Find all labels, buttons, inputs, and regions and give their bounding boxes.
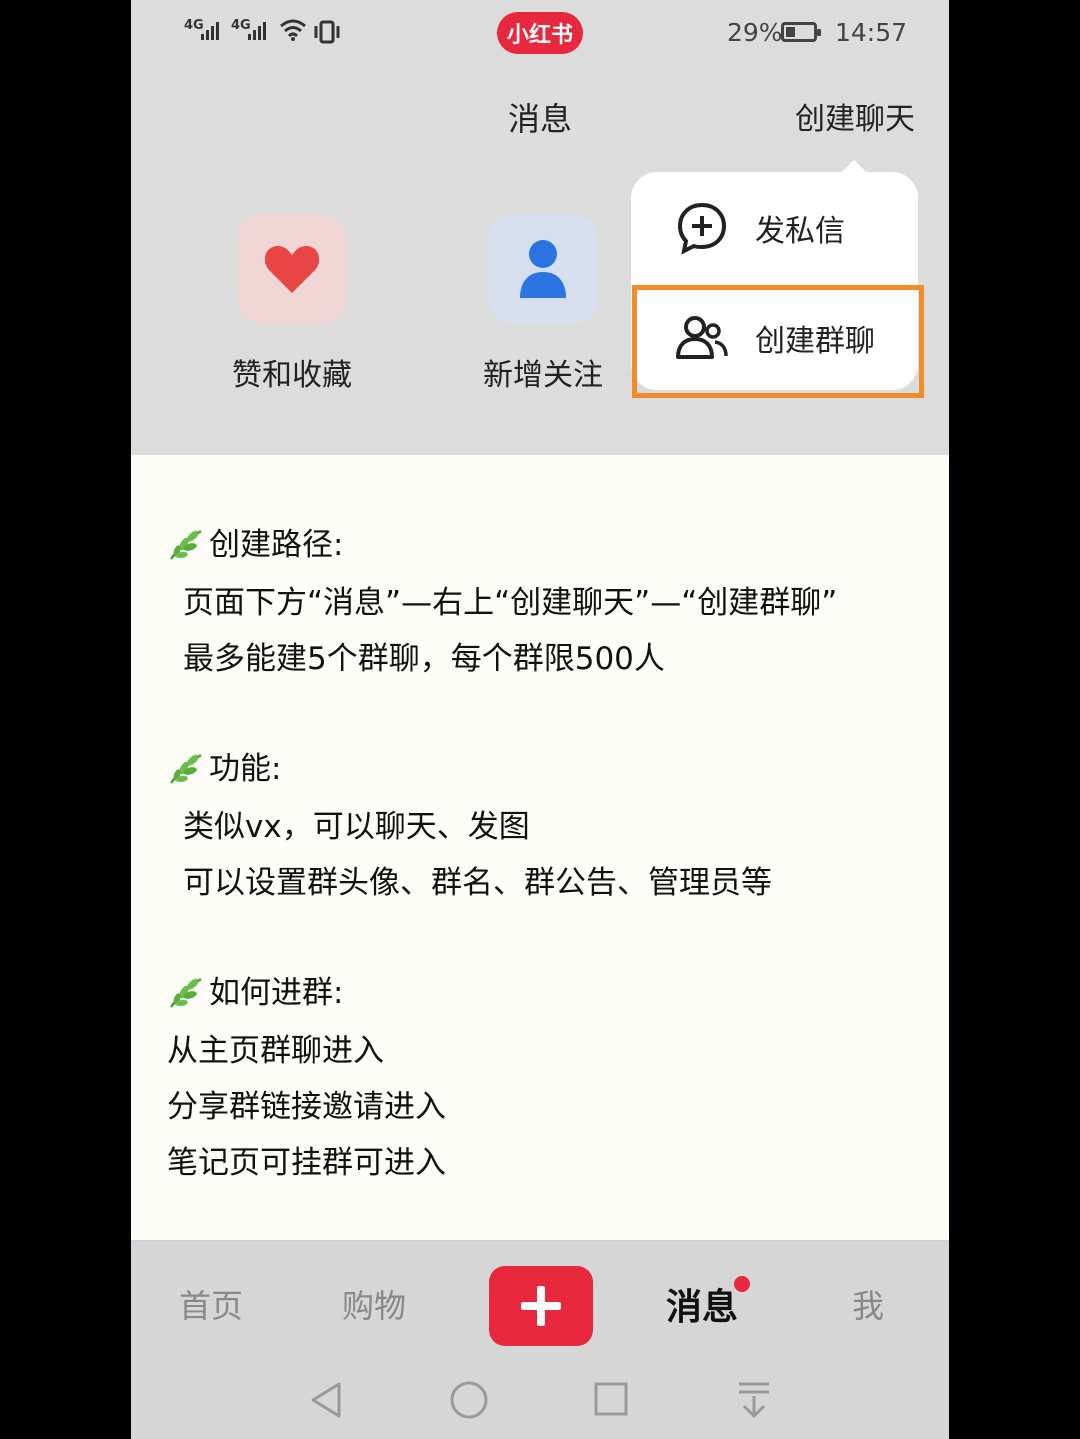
leaf-icon — [169, 977, 202, 1008]
battery-icon — [781, 22, 821, 42]
unread-dot — [734, 1276, 750, 1292]
clock: 14:57 — [835, 18, 908, 47]
back-icon[interactable] — [307, 1380, 345, 1420]
section3-line1: 从主页群聊进入 — [167, 1033, 384, 1069]
heart-icon — [264, 246, 320, 293]
likes-collects-label: 赞和收藏 — [232, 358, 352, 393]
tab-home[interactable]: 首页 — [179, 1281, 243, 1327]
pull-down-icon[interactable] — [735, 1380, 773, 1420]
chat-plus-icon — [677, 202, 727, 255]
person-icon — [520, 240, 566, 298]
section1-line1: 页面下方“消息”—右上“创建聊天”—“创建群聊” — [183, 585, 838, 621]
phone-screen: 4G 4G 小红书 29% 14:57 消息 创建聊天 赞和收藏 新增关注 发私… — [131, 0, 949, 1439]
section2-heading-text: 功能: — [209, 751, 282, 787]
signal-bars-1-icon — [201, 22, 219, 40]
create-chat-button[interactable]: 创建聊天 — [795, 94, 915, 138]
instruction-card: 创建路径: 页面下方“消息”—右上“创建聊天”—“创建群聊” 最多能建5个群聊，… — [131, 455, 949, 1240]
likes-icon-box — [237, 214, 347, 324]
tab-shop[interactable]: 购物 — [342, 1281, 406, 1327]
leaf-icon — [169, 753, 202, 784]
tab-messages[interactable]: 消息 — [666, 1278, 738, 1330]
menu-item-private-message[interactable]: 发私信 — [631, 178, 918, 278]
tab-me[interactable]: 我 — [852, 1281, 884, 1327]
recents-square-icon[interactable] — [593, 1380, 629, 1420]
section3-heading: 如何进群: — [167, 967, 343, 1012]
wifi-icon — [280, 19, 306, 41]
signal-bars-2-icon — [248, 22, 266, 40]
highlight-box — [632, 285, 924, 398]
follows-icon-box — [488, 214, 598, 324]
new-follows-shortcut[interactable]: 新增关注 — [463, 214, 623, 394]
section3-line3: 笔记页可挂群可进入 — [167, 1145, 446, 1181]
system-nav-bar — [131, 1358, 949, 1439]
plus-icon — [521, 1286, 561, 1326]
new-follows-label: 新增关注 — [483, 358, 603, 393]
section1-line2: 最多能建5个群聊，每个群限500人 — [183, 641, 665, 677]
section2-line2: 可以设置群头像、群名、群公告、管理员等 — [183, 865, 772, 901]
section1-heading-text: 创建路径: — [209, 527, 344, 563]
leaf-icon — [169, 529, 202, 560]
app-badge: 小红书 — [497, 12, 583, 54]
section1-heading: 创建路径: — [167, 519, 343, 564]
section3-line2: 分享群链接邀请进入 — [167, 1089, 446, 1125]
vibrate-icon — [314, 20, 340, 44]
likes-collects-shortcut[interactable]: 赞和收藏 — [212, 214, 372, 394]
publish-button[interactable] — [489, 1266, 593, 1346]
section3-heading-text: 如何进群: — [209, 975, 344, 1011]
section2-heading: 功能: — [167, 743, 281, 788]
tab-bar: 首页 购物 消息 我 — [131, 1240, 949, 1359]
section2-line1: 类似vx，可以聊天、发图 — [183, 809, 530, 845]
home-circle-icon[interactable] — [449, 1380, 489, 1420]
battery-percent: 29% — [727, 18, 783, 47]
status-bar: 4G 4G 小红书 29% 14:57 — [131, 0, 949, 70]
private-message-label: 发私信 — [755, 214, 845, 249]
